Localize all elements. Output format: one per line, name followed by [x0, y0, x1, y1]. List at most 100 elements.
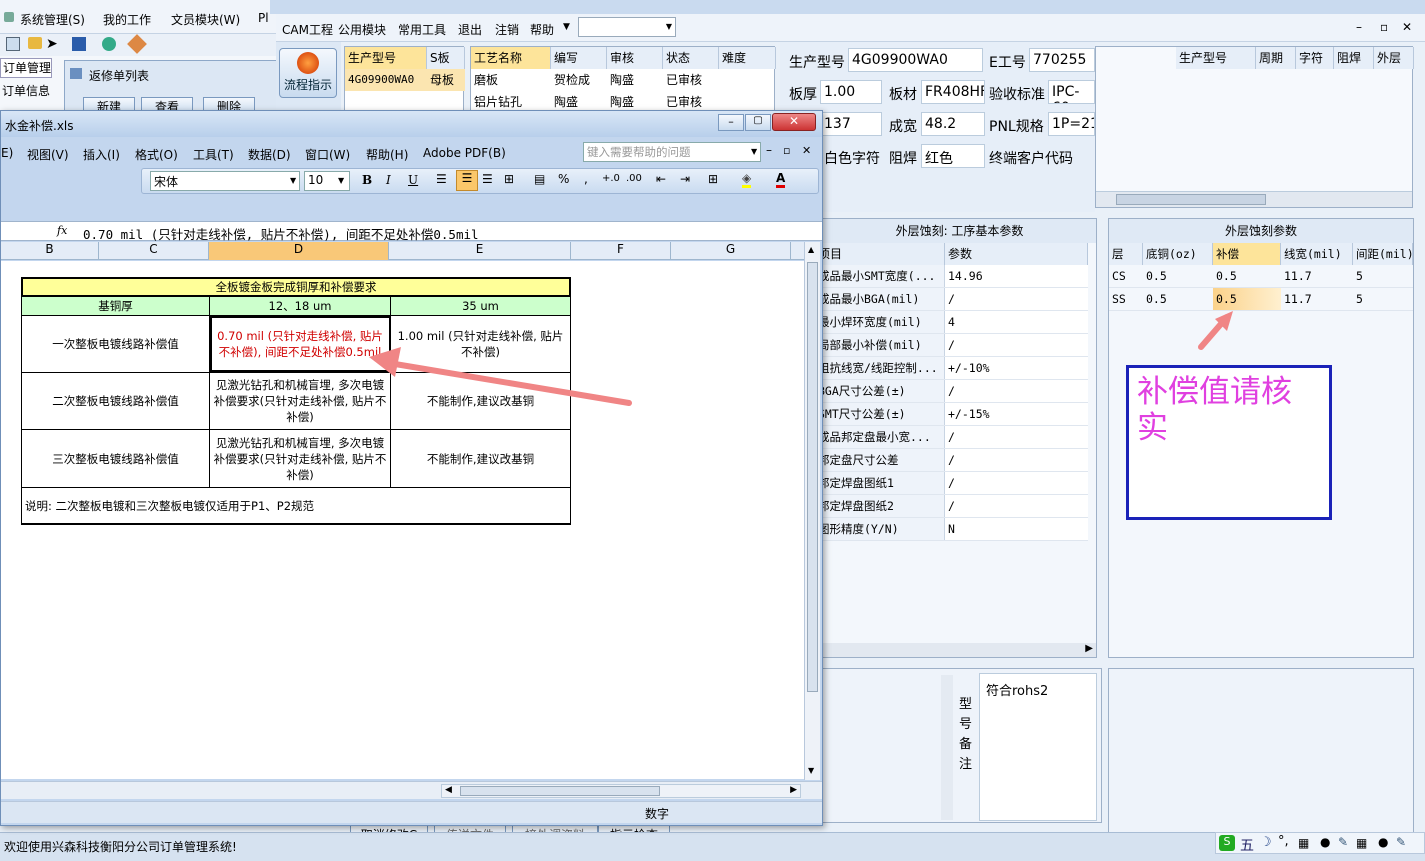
- menu-tools[interactable]: 常用工具: [398, 21, 446, 38]
- col-header-b[interactable]: B: [1, 242, 99, 260]
- menu-edit[interactable]: E): [1, 146, 13, 160]
- value-137-field[interactable]: 137: [820, 112, 882, 136]
- user-icon[interactable]: ●: [1320, 835, 1330, 849]
- chevron-up-icon[interactable]: ▲: [808, 245, 814, 254]
- chevron-down-icon[interactable]: ▼: [808, 766, 814, 775]
- menu-adobe-pdf[interactable]: Adobe PDF(B): [423, 146, 506, 160]
- chevron-down-icon[interactable]: ▼: [751, 147, 757, 156]
- chevron-right-icon[interactable]: ▶: [790, 785, 797, 795]
- minimize-button[interactable]: –: [718, 114, 744, 131]
- ime-mode[interactable]: 五: [1240, 835, 1254, 855]
- table-cell[interactable]: 贺检成: [551, 69, 607, 91]
- accept-field[interactable]: IPC-60: [1048, 80, 1095, 104]
- row2-label[interactable]: 二次整板电镀线路补偿值: [22, 373, 210, 429]
- keyboard-icon[interactable]: ▦: [1356, 836, 1367, 850]
- table-row-board[interactable]: 母板: [427, 69, 465, 91]
- decrease-indent-icon[interactable]: ⇤: [656, 172, 666, 186]
- table-row[interactable]: 阻抗线宽/线距控制... +/-10%: [815, 357, 1088, 380]
- cam-combo[interactable]: ▼: [578, 17, 676, 37]
- table-row[interactable]: 成品最小SMT宽度(... 14.96: [815, 265, 1088, 288]
- menu-data[interactable]: 数据(D): [248, 146, 291, 163]
- folder-icon[interactable]: [28, 37, 42, 49]
- menu-window[interactable]: 窗口(W): [305, 146, 350, 163]
- font-name-select[interactable]: 宋体: [150, 171, 300, 191]
- user-icon[interactable]: ●: [1378, 835, 1388, 849]
- horizontal-scrollbar[interactable]: ▶: [823, 643, 1096, 657]
- table-row[interactable]: 最小焊环宽度(mil) 4: [815, 311, 1088, 334]
- row1-label[interactable]: 一次整板电镀线路补偿值: [22, 316, 210, 372]
- table-cell[interactable]: 陶盛: [607, 69, 663, 91]
- col-base-copper[interactable]: 基铜厚: [22, 297, 210, 315]
- col-12-18um[interactable]: 12、18 um: [210, 297, 391, 315]
- increase-indent-icon[interactable]: ⇥: [680, 172, 690, 186]
- menu-view[interactable]: 视图(V): [27, 146, 69, 163]
- material-field[interactable]: FR408HF: [921, 80, 985, 104]
- tab-order-management[interactable]: 订单管理: [0, 58, 52, 78]
- e-no-field[interactable]: 770255: [1029, 48, 1095, 72]
- tools-icon[interactable]: [127, 34, 147, 54]
- align-right-icon[interactable]: ☰: [482, 172, 493, 186]
- percent-icon[interactable]: %: [558, 172, 569, 186]
- menu-logout[interactable]: 注销: [495, 21, 519, 38]
- menu-insert[interactable]: 插入(I): [83, 146, 120, 163]
- menu-cam[interactable]: CAM工程: [282, 21, 333, 38]
- fx-icon[interactable]: fx: [57, 224, 67, 237]
- wrench-icon[interactable]: ✎: [1396, 835, 1406, 849]
- menu-tools[interactable]: 工具(T): [193, 146, 234, 163]
- minimize-icon[interactable]: –: [766, 143, 772, 157]
- wrench-icon[interactable]: ✎: [1338, 835, 1348, 849]
- row3-label[interactable]: 三次整板电镀线路补偿值: [22, 430, 210, 487]
- decrease-decimal-icon[interactable]: .00: [626, 173, 642, 184]
- menu-pl[interactable]: Pl: [258, 11, 269, 25]
- punct-icon[interactable]: °,: [1278, 834, 1289, 849]
- menu-help[interactable]: 帮助: [530, 21, 554, 38]
- table-title[interactable]: 全板镀金板完成铜厚和补偿要求: [21, 277, 571, 297]
- mask-field[interactable]: 红色: [921, 144, 985, 168]
- note-text[interactable]: 说明: 二次整板电镀和三次整板电镀仅适用于P1、P2规范: [25, 498, 314, 514]
- close-button[interactable]: ✕: [772, 113, 816, 131]
- italic-icon[interactable]: I: [386, 173, 391, 187]
- formula-input[interactable]: 0.70 mil (只针对走线补偿, 贴片不补偿), 间距不足处补偿0.5mil: [83, 224, 479, 243]
- comma-icon[interactable]: ,: [584, 172, 588, 186]
- col-header-c[interactable]: C: [99, 242, 209, 260]
- table-row[interactable]: SS 0.5 0.5 11.7 5: [1109, 288, 1413, 311]
- col-header-e[interactable]: E: [389, 242, 571, 260]
- table-row[interactable]: 邦定焊盘图纸1/: [815, 472, 1088, 495]
- remarks-scroll[interactable]: [941, 675, 953, 820]
- table-row[interactable]: CS 0.5 0.5 11.7 5: [1109, 265, 1413, 288]
- menu-format[interactable]: 格式(O): [135, 146, 178, 163]
- underline-icon[interactable]: U: [408, 173, 418, 187]
- table-row[interactable]: 邦定盘尺寸公差 /: [815, 449, 1088, 472]
- moon-icon[interactable]: ☽: [1260, 835, 1272, 850]
- ime-s-icon[interactable]: S: [1219, 835, 1235, 851]
- table-cell[interactable]: 已审核: [663, 69, 719, 91]
- col-header-d[interactable]: D: [209, 242, 389, 260]
- table-row[interactable]: SMT尺寸公差(±) +/-15%: [815, 403, 1088, 426]
- table-row[interactable]: 成品最小BGA(mil) /: [815, 288, 1088, 311]
- currency-icon[interactable]: ▤: [534, 172, 545, 186]
- table-row[interactable]: 成品邦定盘最小宽... /: [815, 426, 1088, 449]
- font-color-icon[interactable]: A: [776, 171, 786, 188]
- horizontal-scrollbar[interactable]: [1096, 191, 1412, 207]
- help-search-input[interactable]: 键入需要帮助的问题: [583, 142, 761, 162]
- table-row[interactable]: BGA尺寸公差(±) /: [815, 380, 1088, 403]
- menu-clerk[interactable]: 文员模块(W): [171, 11, 240, 28]
- menu-public[interactable]: 公用模块: [338, 21, 386, 38]
- align-center-icon[interactable]: ☰: [456, 170, 478, 191]
- restore-icon[interactable]: ▫: [1380, 20, 1388, 34]
- increase-decimal-icon[interactable]: +.0: [602, 173, 620, 184]
- chevron-right-icon[interactable]: ▶: [1085, 643, 1093, 654]
- chevron-down-icon[interactable]: ▼: [338, 176, 344, 185]
- chevron-down-icon[interactable]: ▼: [290, 176, 296, 185]
- horizontal-scrollbar[interactable]: ◀ ▶: [441, 784, 801, 798]
- table-row-model[interactable]: 4G09900WA0: [345, 69, 427, 91]
- fill-color-icon[interactable]: ◈: [742, 171, 752, 188]
- pnl-field[interactable]: 1P=21: [1048, 112, 1095, 136]
- save-icon[interactable]: [72, 37, 86, 51]
- scroll-thumb[interactable]: [1116, 194, 1266, 205]
- col-header-g[interactable]: G: [671, 242, 791, 260]
- vertical-scrollbar[interactable]: ▲ ▼: [804, 242, 820, 780]
- remarks-text[interactable]: 符合rohs2: [979, 673, 1097, 821]
- chevron-left-icon[interactable]: ◀: [445, 785, 452, 795]
- restore-icon[interactable]: ▫: [783, 144, 790, 157]
